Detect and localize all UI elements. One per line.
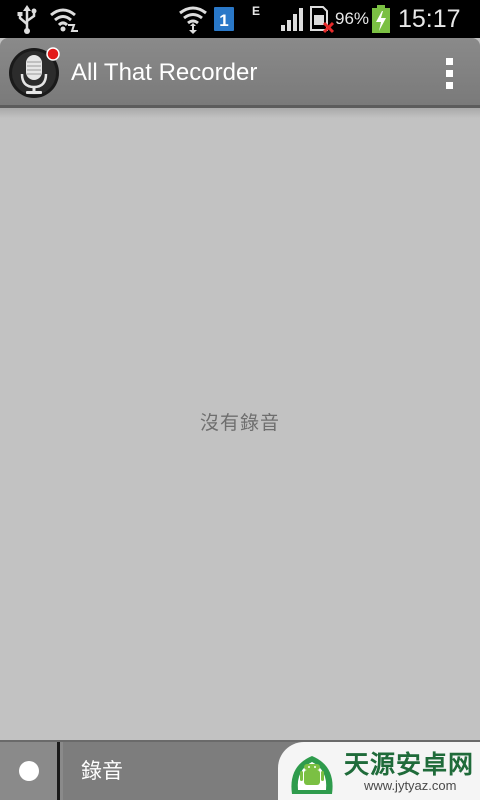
watermark-text: 天源安卓网 [344,750,475,779]
record-toggle-button[interactable] [0,742,60,800]
overflow-menu-icon-dot [445,81,453,89]
watermark-url: www.jytyaz.com [364,778,457,793]
overflow-menu-button[interactable] [432,52,466,94]
empty-list-message: 沒有錄音 [199,412,280,434]
network-type-label: E [252,4,261,18]
sim-icon: 1 [213,0,235,38]
action-bar-shadow [0,108,480,118]
microphone-icon[interactable] [8,47,60,99]
battery-percent: 96% [335,9,370,28]
record-dot-icon [18,761,39,781]
wifi-hotspot-icon [48,0,78,38]
overflow-menu-icon-dot [445,69,453,77]
recording-indicator-icon [46,47,60,61]
overflow-menu-icon [445,57,453,65]
battery-charging-icon [371,0,391,38]
sim-missing-icon [309,0,335,38]
action-bar: All That Recorder [0,38,480,108]
watermark: 天源安卓网 www.jytyaz.com [278,742,480,800]
record-button-label: 錄音 [81,759,123,783]
signal-icon [280,0,306,38]
sim-number: 1 [219,11,228,30]
wifi-icon [178,0,208,38]
android-logo-icon [291,756,333,794]
app-title: All That Recorder [71,59,258,86]
status-bar: 1 E 96% 15:17 [0,0,480,38]
clock-time: 15:17 [398,4,461,33]
usb-icon [14,0,40,38]
